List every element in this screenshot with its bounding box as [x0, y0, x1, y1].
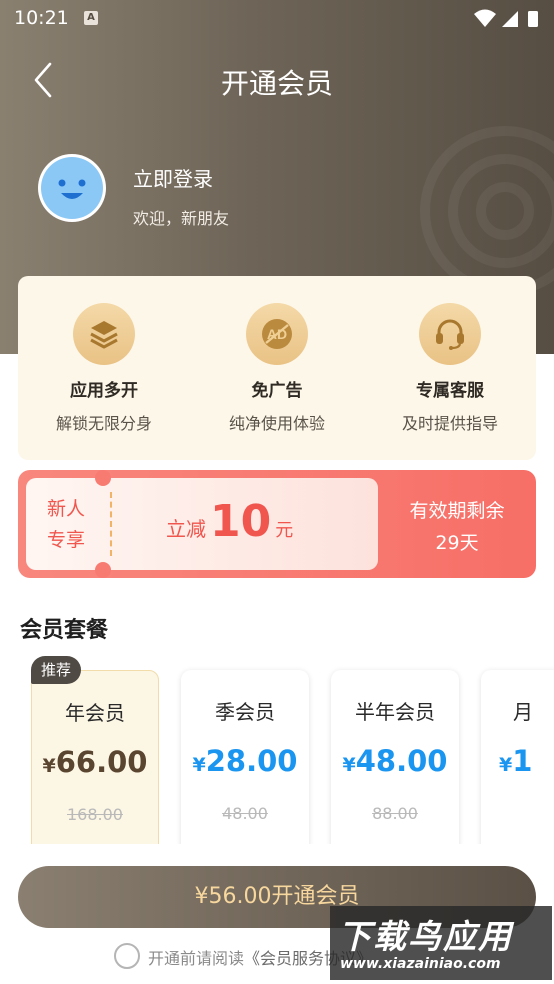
perk-desc: 纯净使用体验: [228, 414, 325, 433]
nav-bar: 开通会员: [0, 48, 554, 112]
ad-free-icon: AD: [262, 319, 292, 349]
plans-section-title: 会员套餐: [20, 618, 109, 643]
perk-desc: 解锁无限分身: [55, 414, 152, 433]
coupon-tag: 新人 专享: [42, 494, 90, 556]
plan-price: ¥28.00: [181, 744, 309, 778]
coupon-notch: [95, 562, 111, 578]
perk-title: 免广告: [251, 381, 303, 401]
watermark-title: 下载鸟应用: [338, 917, 513, 956]
perks-card: 应用多开 解锁无限分身 AD 免广告 纯净使用体验 专属客服 及时提供指导: [18, 276, 536, 460]
welcome-text: 欢迎，新朋友: [133, 209, 230, 228]
headset-icon: [436, 319, 464, 350]
coupon-notch: [95, 470, 111, 486]
plan-price-value: 48.00: [355, 744, 448, 778]
plan-currency: ¥: [499, 754, 513, 776]
decorative-ring: [476, 182, 534, 240]
plan-name: 年会员: [65, 701, 125, 725]
perk-title: 应用多开: [70, 381, 138, 401]
new-user-coupon[interactable]: 新人 专享 立减10 元 有效期剩余 29天: [18, 470, 536, 578]
smiley-avatar-icon: [41, 157, 103, 219]
perk-icon-circle: [73, 303, 135, 365]
notification-icon: A: [84, 11, 98, 25]
plan-name: 半年会员: [355, 700, 435, 724]
coupon-tag-line: 新人: [46, 498, 85, 520]
signal-icon: [502, 11, 518, 27]
coupon-tag-line: 专享: [46, 529, 85, 551]
watermark-url: www.xiazainiao.com: [340, 956, 501, 972]
coupon-expiry: 有效期剩余 29天: [378, 470, 536, 578]
perk-icon-circle: AD: [246, 303, 308, 365]
login-link[interactable]: 立即登录: [133, 163, 213, 192]
coupon-unit: 元: [275, 520, 294, 541]
coupon-discount: 立减10 元: [166, 496, 293, 547]
plan-card-monthly[interactable]: 月 ¥1: [481, 670, 554, 844]
plan-card-quarterly[interactable]: 季会员 ¥28.00 48.00: [181, 670, 309, 844]
plan-currency: ¥: [342, 754, 356, 776]
plan-price: ¥1: [499, 744, 532, 778]
battery-icon: [528, 11, 538, 27]
plans-list[interactable]: 年会员 ¥66.00 168.00 推荐 季会员 ¥28.00 48.00 半年…: [0, 656, 554, 844]
plan-price-value: 66.00: [55, 745, 148, 779]
plan-original-price: 48.00: [222, 804, 268, 823]
plan-currency: ¥: [192, 754, 206, 776]
perk-desc: 及时提供指导: [401, 414, 498, 433]
coupon-divider: [110, 492, 112, 556]
coupon-amount: 10: [210, 496, 272, 547]
plan-price-value: 28.00: [205, 744, 298, 778]
coupon-expiry-label: 有效期剩余: [409, 500, 505, 522]
coupon-expiry-days: 29天: [435, 532, 479, 554]
system-status-icons: [474, 9, 538, 27]
plan-currency: ¥: [42, 755, 56, 777]
status-bar: 10:21 A: [0, 0, 554, 38]
agreement-checkbox[interactable]: [114, 943, 140, 969]
plan-price-value: 1: [512, 744, 533, 778]
plan-name: 月: [513, 700, 533, 724]
page-title: 开通会员: [220, 67, 333, 100]
agreement-prefix: 开通前请阅读: [148, 949, 245, 968]
site-watermark: 下载鸟应用 www.xiazainiao.com: [330, 906, 552, 980]
layers-icon: [90, 321, 118, 349]
plan-original-price: 88.00: [372, 804, 418, 823]
coupon-body: 新人 专享 立减10 元: [26, 478, 378, 570]
avatar[interactable]: [38, 154, 106, 222]
wifi-icon: [474, 9, 496, 27]
perk-multi-open: 应用多开 解锁无限分身: [18, 276, 190, 460]
perk-ad-free: AD 免广告 纯净使用体验: [191, 276, 363, 460]
plan-price: ¥48.00: [331, 744, 459, 778]
plan-card-annual[interactable]: 年会员 ¥66.00 168.00: [31, 670, 159, 844]
recommend-badge: 推荐: [31, 656, 81, 684]
plan-name: 季会员: [215, 700, 275, 724]
perk-support: 专属客服 及时提供指导: [364, 276, 536, 460]
perk-title: 专属客服: [416, 381, 484, 401]
plan-card-half-year[interactable]: 半年会员 ¥48.00 88.00: [331, 670, 459, 844]
plan-original-price: 168.00: [67, 805, 123, 824]
perk-icon-circle: [419, 303, 481, 365]
plan-price: ¥66.00: [32, 745, 158, 779]
coupon-prefix: 立减: [166, 517, 206, 541]
status-time: 10:21: [14, 7, 69, 29]
